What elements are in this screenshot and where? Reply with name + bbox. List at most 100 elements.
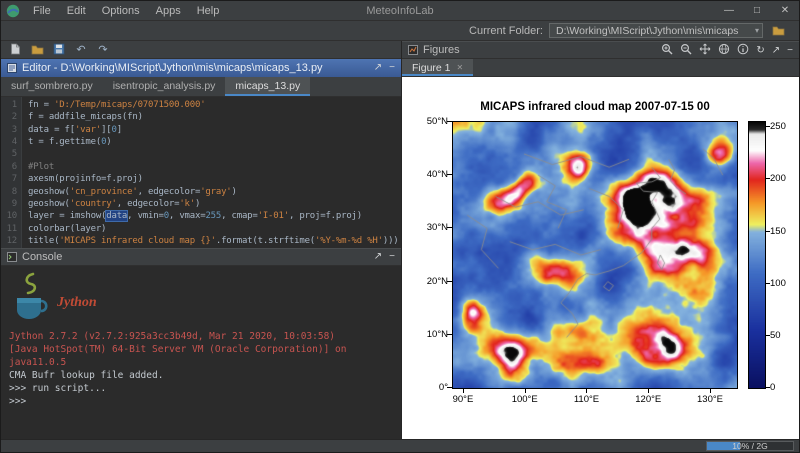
save-file-button[interactable] (50, 41, 68, 57)
x-tick-label: 130°E (690, 394, 730, 405)
figure-canvas-area[interactable]: MICAPS infrared cloud map 2007-07-15 00 … (402, 77, 799, 439)
menu-apps[interactable]: Apps (148, 1, 189, 20)
save-icon (53, 43, 65, 55)
figures-panel-title: Figures (423, 44, 460, 56)
pan-icon (699, 43, 711, 55)
current-folder-value: D:\Working\MIScript\Jython\mis\micaps (556, 25, 738, 37)
current-folder-bar: Current Folder: D:\Working\MIScript\Jyth… (1, 21, 799, 41)
y-tick-label: 50°N (410, 116, 448, 127)
tab-figure-1[interactable]: Figure 1 ✕ (402, 59, 473, 76)
console-panel-title: Console (22, 251, 62, 263)
zoom-in-icon (661, 43, 673, 55)
console-panel-header: Console ↗ − (1, 248, 401, 266)
close-icon[interactable]: ✕ (771, 1, 799, 20)
identify-button[interactable] (737, 43, 749, 58)
x-tick-label: 120°E (628, 394, 668, 405)
colorbar-tick-label: 100 (770, 278, 786, 289)
menu-bar: File Edit Options Apps Help MeteoInfoLab… (1, 1, 799, 21)
full-extent-button[interactable] (718, 43, 730, 58)
tick-mark (766, 231, 770, 232)
y-tick-label: 10°N (410, 329, 448, 340)
undo-button[interactable]: ↶ (72, 41, 90, 57)
tick-mark (648, 389, 649, 393)
tab-isentropic-analysis[interactable]: isentropic_analysis.py (103, 77, 226, 96)
menu-file[interactable]: File (25, 1, 59, 20)
tick-mark (710, 389, 711, 393)
file-toolbar: ↶ ↷ (1, 41, 401, 59)
redo-button[interactable]: ↷ (94, 41, 112, 57)
jython-label: Jython (57, 296, 97, 309)
main-area: ↶ ↷ Editor - D:\Working\MIScript\Jython\… (1, 41, 799, 439)
tick-mark (447, 174, 452, 175)
float-panel-icon[interactable]: ↗ (374, 62, 382, 73)
editor-panel-header: Editor - D:\Working\MIScript\Jython\mis\… (1, 59, 401, 77)
pan-button[interactable] (699, 43, 711, 58)
menu-help[interactable]: Help (189, 1, 228, 20)
tick-mark (525, 389, 526, 393)
status-bar: 10% / 2G (1, 439, 799, 452)
figure-tab-bar: Figure 1 ✕ (402, 59, 799, 77)
meteoinfolab-window: File Edit Options Apps Help MeteoInfoLab… (0, 0, 800, 453)
zoom-out-button[interactable] (680, 43, 692, 58)
tick-mark (766, 126, 770, 127)
jython-banner: Jython (9, 270, 401, 330)
editor-panel-title: Editor - D:\Working\MIScript\Jython\mis\… (22, 62, 323, 74)
float-panel-icon[interactable]: ↗ (374, 251, 382, 262)
y-tick-label: 20°N (410, 276, 448, 287)
tick-mark (447, 334, 452, 335)
colorbar-tick-label: 200 (770, 173, 786, 184)
collapse-panel-icon[interactable]: − (389, 62, 395, 73)
chevron-down-icon[interactable]: ▾ (755, 26, 759, 35)
colorbar-tick-label: 0 (770, 382, 775, 393)
open-file-button[interactable] (28, 41, 46, 57)
console-panel: Console ↗ − Jython (1, 248, 401, 439)
info-icon (737, 43, 749, 55)
memory-indicator[interactable]: 10% / 2G (706, 441, 794, 451)
menu-options[interactable]: Options (94, 1, 148, 20)
tab-label: Figure 1 (412, 62, 451, 74)
menu-edit[interactable]: Edit (59, 1, 94, 20)
figures-panel: Figures (402, 41, 799, 439)
collapse-panel-icon[interactable]: − (787, 45, 793, 56)
tick-mark (766, 283, 770, 284)
close-tab-icon[interactable]: ✕ (457, 63, 464, 72)
browse-folder-button[interactable] (769, 23, 787, 39)
zoom-in-button[interactable] (661, 43, 673, 58)
colorbar-tick-label: 50 (770, 330, 781, 341)
tab-micaps-13[interactable]: micaps_13.py (225, 77, 310, 96)
x-tick-label: 90°E (443, 394, 483, 405)
y-tick-label: 0° (410, 382, 448, 393)
new-file-icon (10, 43, 21, 55)
editor-panel: Editor - D:\Working\MIScript\Jython\mis\… (1, 59, 401, 248)
colorbar-tick-label: 150 (770, 226, 786, 237)
tick-mark (766, 178, 770, 179)
tick-mark (447, 121, 452, 122)
zoom-out-icon (680, 43, 692, 55)
current-folder-combobox[interactable]: D:\Working\MIScript\Jython\mis\micaps ▾ (549, 23, 763, 38)
folder-icon (772, 25, 785, 36)
console-output[interactable]: Jython Jython 2.7.2 (v2.7.2:925a3cc3b49d… (1, 266, 401, 439)
app-logo-icon (6, 4, 20, 18)
tick-mark (447, 387, 452, 388)
float-panel-icon[interactable]: ↗ (772, 45, 780, 56)
editor-tab-bar: surf_sombrero.py isentropic_analysis.py … (1, 77, 401, 97)
tab-surf-sombrero[interactable]: surf_sombrero.py (1, 77, 103, 96)
map-plot[interactable] (453, 122, 737, 388)
new-file-button[interactable] (6, 41, 24, 57)
x-tick-label: 100°E (505, 394, 545, 405)
tick-mark (586, 389, 587, 393)
map-plot-frame (452, 121, 738, 389)
minimize-icon[interactable]: — (715, 1, 743, 20)
current-folder-label: Current Folder: (469, 25, 543, 37)
x-tick-label: 110°E (566, 394, 606, 405)
collapse-panel-icon[interactable]: − (389, 251, 395, 262)
globe-icon (718, 43, 730, 55)
tab-label: isentropic_analysis.py (113, 80, 216, 92)
tick-mark (447, 281, 452, 282)
code-editor[interactable]: 123456789101112 fn = 'D:/Temp/micaps/070… (1, 97, 401, 248)
tick-mark (463, 389, 464, 393)
y-tick-label: 40°N (410, 169, 448, 180)
refresh-button[interactable]: ↻ (756, 45, 764, 56)
code-text[interactable]: fn = 'D:/Temp/micaps/07071500.000'f = ad… (22, 97, 401, 248)
maximize-icon[interactable]: □ (743, 1, 771, 20)
